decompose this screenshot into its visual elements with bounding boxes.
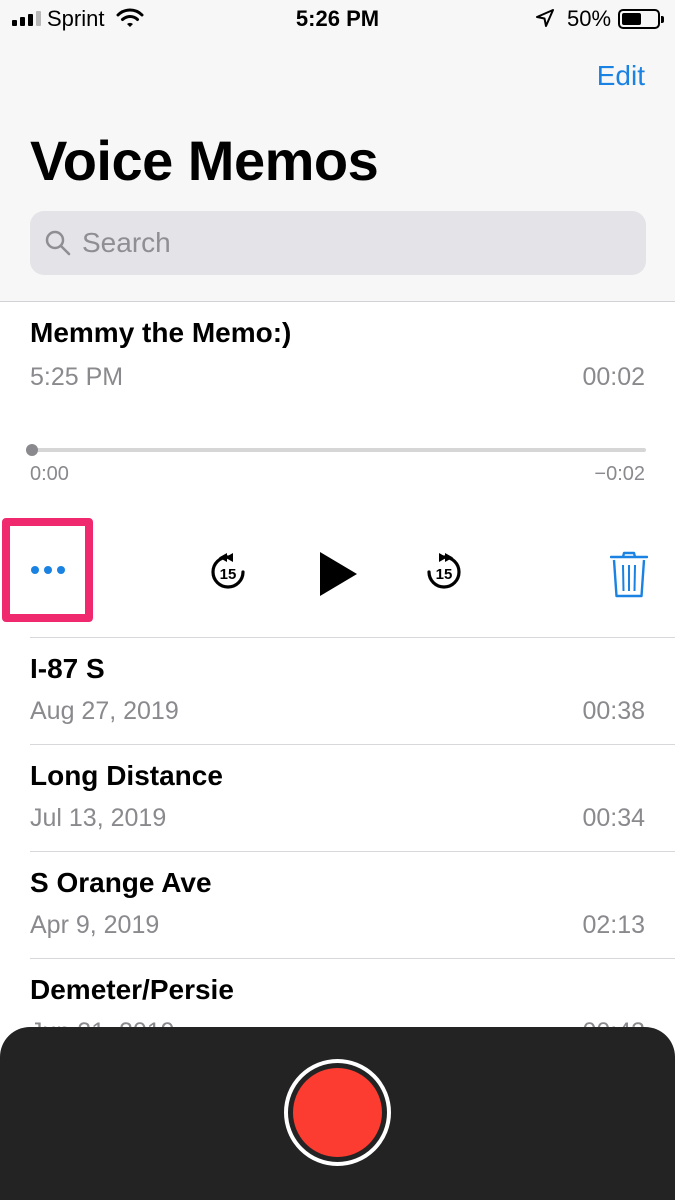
memo-date: Jul 13, 2019 (30, 804, 167, 832)
record-button[interactable] (284, 1059, 391, 1166)
search-input[interactable] (82, 221, 622, 265)
memo-time: 5:25 PM (30, 363, 124, 391)
elapsed-time: 0:00 (30, 463, 69, 485)
search-icon (44, 229, 72, 262)
playback-scrubber[interactable] (26, 444, 646, 456)
expanded-memo: Memmy the Memo:) 5:25 PM 00:02 0:00 −0:0… (0, 303, 675, 637)
battery-percent: 50% (567, 6, 612, 31)
play-icon (320, 552, 357, 596)
skip-back-button[interactable]: 15 (208, 552, 248, 597)
memo-row[interactable]: S Orange Ave Apr 9, 2019 02:13 (0, 851, 675, 958)
status-bar: Sprint 5:26 PM 50% (0, 0, 675, 38)
skip-forward-seconds: 15 (436, 566, 453, 583)
location-arrow-icon (536, 9, 554, 32)
record-bar (0, 1027, 675, 1200)
skip-forward-15-icon: 15 (427, 553, 461, 589)
more-options-button[interactable] (2, 518, 93, 622)
memo-date: Aug 27, 2019 (30, 697, 179, 725)
memo-title: Long Distance (30, 760, 223, 791)
skip-forward-button[interactable]: 15 (424, 552, 464, 597)
memo-title: Demeter/Persie (30, 974, 234, 1005)
more-icon (30, 566, 39, 574)
trash-icon (609, 551, 649, 598)
play-button[interactable] (318, 550, 358, 603)
memo-duration: 00:38 (582, 697, 645, 725)
memo-row[interactable]: I-87 S Aug 27, 2019 00:38 (0, 637, 675, 744)
delete-button[interactable] (609, 551, 649, 604)
memo-title: I-87 S (30, 653, 105, 684)
memo-title: S Orange Ave (30, 867, 212, 898)
search-bar[interactable] (30, 211, 646, 275)
skip-back-seconds: 15 (220, 566, 237, 583)
skip-back-15-icon: 15 (211, 553, 245, 589)
memo-row[interactable]: Long Distance Jul 13, 2019 00:34 (0, 744, 675, 851)
memo-duration: 00:02 (582, 363, 645, 391)
battery-icon (618, 9, 664, 29)
edit-button[interactable]: Edit (597, 60, 645, 92)
remaining-time: −0:02 (594, 463, 645, 485)
header-area: Sprint 5:26 PM 50% Edit Voice Memos (0, 0, 675, 302)
memo-duration: 00:34 (582, 804, 645, 832)
memo-duration: 02:13 (582, 911, 645, 939)
scrubber-knob[interactable] (26, 444, 38, 456)
page-title: Voice Memos (30, 129, 379, 192)
memo-title: Memmy the Memo:) (30, 317, 292, 348)
memo-date: Apr 9, 2019 (30, 911, 160, 939)
record-icon (293, 1068, 382, 1157)
